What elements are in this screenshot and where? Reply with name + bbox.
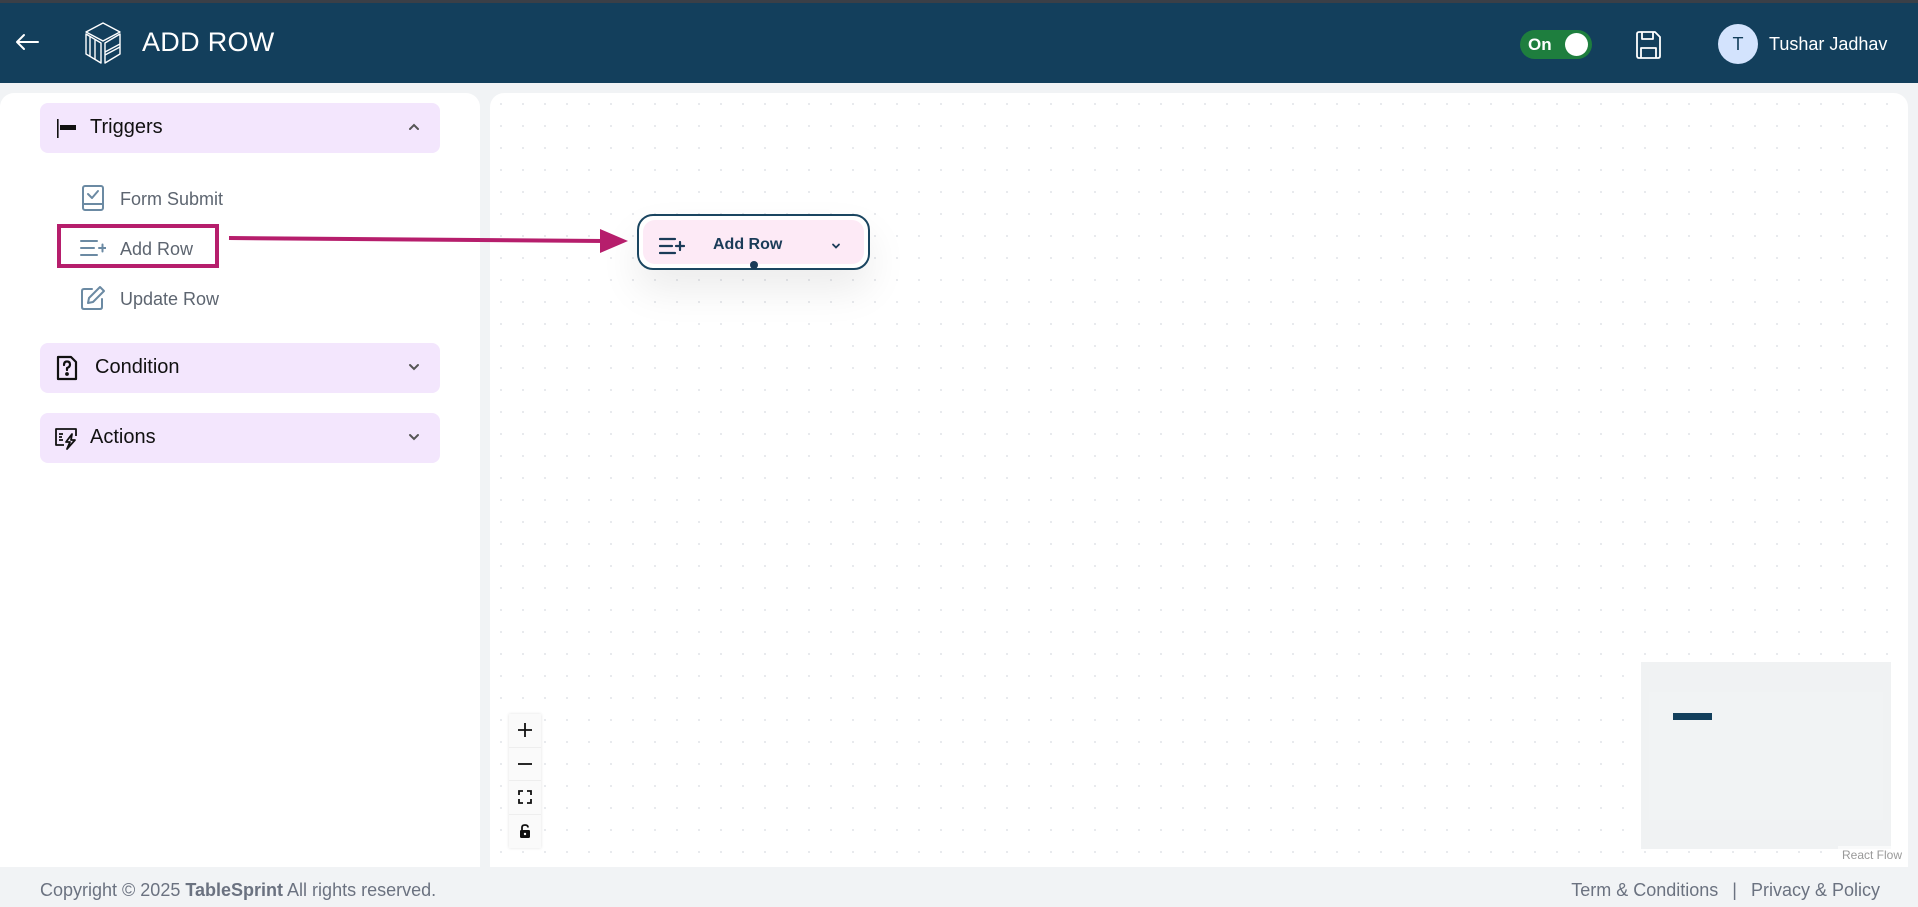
fit-view-button[interactable] (509, 781, 541, 815)
footer-separator: | (1732, 880, 1737, 900)
page-title: ADD ROW (142, 27, 275, 57)
canvas-controls (509, 714, 541, 848)
section-actions[interactable]: Actions (40, 413, 440, 463)
zoom-in-button[interactable] (509, 714, 541, 748)
toggle-knob (1565, 33, 1588, 56)
copyright-prefix: Copyright © 2025 (40, 880, 186, 900)
question-file-icon (56, 355, 78, 381)
terms-link[interactable]: Term & Conditions (1571, 880, 1718, 901)
minimap[interactable] (1641, 662, 1891, 849)
page-footer: Copyright © 2025 TableSprint All rights … (0, 867, 1918, 907)
react-flow-attribution[interactable]: React Flow (1838, 846, 1907, 864)
chevron-down-icon[interactable] (830, 240, 842, 252)
node-palette-sidebar: Triggers Form Submit Add Row Update Row (0, 93, 480, 867)
footer-links: Term & Conditions | Privacy & Policy (1571, 880, 1880, 901)
minimap-node (1673, 713, 1712, 720)
section-label: Actions (90, 426, 156, 448)
privacy-link[interactable]: Privacy & Policy (1751, 880, 1880, 901)
flow-canvas[interactable]: React Flow (490, 93, 1908, 867)
form-check-icon (82, 185, 104, 211)
toggle-interactivity-button[interactable] (509, 814, 541, 848)
flag-icon (57, 119, 76, 138)
node-source-handle[interactable] (750, 261, 758, 269)
node-label: Add Row (713, 236, 783, 253)
annotation-highlight-box (57, 224, 219, 268)
section-label: Condition (95, 356, 180, 378)
zoom-out-button[interactable] (509, 747, 541, 781)
user-avatar[interactable]: T (1718, 24, 1758, 64)
item-label: Form Submit (120, 189, 224, 209)
chevron-down-icon (409, 364, 419, 371)
back-button[interactable] (12, 27, 42, 57)
action-bolt-icon (55, 428, 77, 450)
arrow-left-icon (16, 34, 39, 50)
plus-icon (518, 723, 532, 738)
chevron-down-icon (409, 434, 419, 441)
edit-icon (81, 286, 105, 310)
unlock-icon (520, 824, 530, 839)
flow-node-add-row[interactable]: Add Row (637, 214, 870, 270)
app-header: ADD ROW On T Tushar Jadhav (0, 3, 1918, 83)
app-logo-icon (82, 21, 124, 67)
toggle-label: On (1528, 35, 1552, 54)
chevron-up-icon (409, 123, 419, 130)
section-label: Triggers (90, 116, 163, 138)
node-body: Add Row (643, 220, 864, 264)
section-triggers[interactable]: Triggers (40, 103, 440, 153)
minus-icon (518, 762, 532, 765)
user-name[interactable]: Tushar Jadhav (1769, 34, 1887, 55)
list-add-icon (659, 237, 685, 255)
copyright-suffix: All rights reserved. (283, 880, 437, 900)
brand-name: TableSprint (185, 880, 284, 900)
fullscreen-icon (518, 790, 532, 805)
section-condition[interactable]: Condition (40, 343, 440, 393)
copyright-text: Copyright © 2025 TableSprint All rights … (40, 880, 436, 901)
save-icon (1636, 31, 1661, 59)
item-label: Update Row (120, 289, 220, 309)
save-button[interactable] (1634, 30, 1662, 60)
minimap-viewport[interactable] (1649, 692, 1883, 820)
active-toggle[interactable]: On (1520, 30, 1592, 59)
